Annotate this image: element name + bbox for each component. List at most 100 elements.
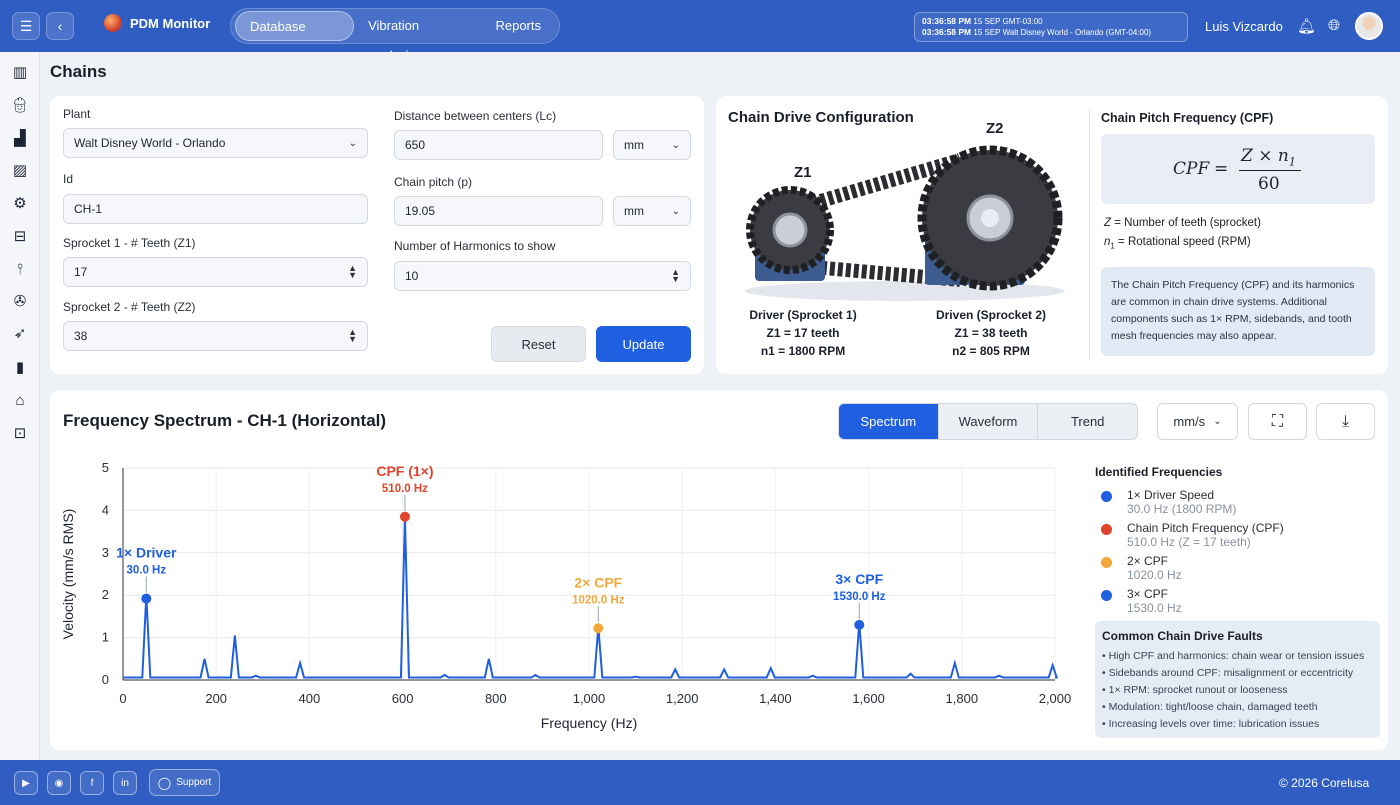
left-sidebar: ▥ 👷︎ ▟ ▨ ⚙ ⊟ ⫯ ✇ ➶ ▮ ⌂ ⊡ [0, 52, 40, 760]
x-axis-label: Frequency (Hz) [541, 715, 637, 731]
fault-item: • Modulation: tight/loose chain, damaged… [1102, 701, 1318, 713]
legend-sub: 510.0 Hz (Z = 17 teeth) [1127, 535, 1251, 549]
harmonics-stepper[interactable]: 10 ▲ ▼ [394, 261, 691, 291]
peak-markers: 1× Driver 30.0 Hz CPF (1×) 510.0 Hz 2× CPF 10… [116, 463, 886, 634]
download-button[interactable]: ⤓ [1316, 403, 1375, 440]
peak-marker-sub: 510.0 Hz [382, 483, 428, 495]
pitch-input[interactable]: 19.05 [394, 196, 603, 226]
tab-trend[interactable]: Trend [1037, 404, 1137, 439]
x-tick-label: 1,800 [946, 691, 979, 706]
bar-chart-icon[interactable]: ▮ [10, 357, 30, 377]
factory-icon[interactable]: ▟ [10, 128, 30, 148]
chevron-down-icon: ⌄ [1213, 416, 1222, 427]
driven-teeth: Z1 = 38 teeth [954, 326, 1028, 340]
page-title: Chains [50, 62, 107, 81]
faults-title: Common Chain Drive Faults [1102, 629, 1263, 643]
y-tick-label: 3 [102, 545, 109, 560]
support-button[interactable]: ◯ Support [149, 769, 220, 796]
lc-unit-select[interactable]: mm ⌄ [613, 130, 691, 160]
app-name: PDM Monitor [130, 15, 211, 31]
footer: ▶ ◉ f in ◯ Support © 2026 Corelusa [0, 760, 1400, 805]
divider [1089, 108, 1090, 360]
tab-spectrum[interactable]: Spectrum [839, 404, 938, 439]
lc-unit-value: mm [624, 138, 644, 152]
sprocket-1-hub [772, 212, 808, 248]
fullscreen-button[interactable]: ⛶ [1248, 403, 1307, 440]
worker-icon[interactable]: 👷︎ [10, 95, 30, 115]
legend-name: 3× CPF [1127, 587, 1169, 601]
z2-stepper[interactable]: 38 ▲ ▼ [63, 321, 368, 351]
youtube-icon[interactable]: ▶ [14, 771, 38, 795]
lc-input[interactable]: 650 [394, 130, 603, 160]
user-name[interactable]: Luis Vizcardo [1205, 19, 1283, 34]
pitch-unit-value: mm [624, 204, 644, 218]
linkedin-icon[interactable]: in [113, 771, 137, 795]
legend-item-text: 1× Driver Speed 30.0 Hz (1800 RPM) [1127, 488, 1236, 516]
legend-sub: 30.0 Hz (1800 RPM) [1127, 502, 1237, 516]
harmonics-value: 10 [405, 269, 419, 283]
formula-numerator: Z × n1 [1241, 146, 1296, 168]
id-value: CH-1 [74, 202, 103, 216]
globe-icon[interactable]: 🌐︎ [1328, 17, 1340, 34]
top-bar: ☰ ‹ PDM Monitor Database setup Vibration… [0, 0, 1400, 64]
tab-reports[interactable]: Reports [481, 11, 555, 41]
fault-item: • Sidebands around CPF: misalignment or … [1102, 667, 1354, 679]
z1-tag: Z1 [794, 164, 812, 181]
x-tick-label: 200 [205, 691, 227, 706]
bank-icon[interactable]: ⌂ [10, 390, 30, 410]
grid-pattern-icon[interactable]: ▨ [10, 160, 30, 180]
unit-select[interactable]: mm/s ⌄ [1157, 403, 1238, 440]
update-button[interactable]: Update [596, 326, 691, 362]
chip-icon[interactable]: ⊡ [10, 423, 30, 443]
tab-waveform[interactable]: Waveform [937, 404, 1038, 439]
bell-icon[interactable]: 🔔︎ [1297, 17, 1316, 35]
copyright: © 2026 Corelusa [1279, 776, 1370, 790]
plant-value: Walt Disney World - Orlando [74, 136, 226, 150]
x-tick-label: 2,000 [1039, 691, 1072, 706]
y-tick-label: 5 [102, 460, 109, 475]
formula-numerator-text: Z × n [1241, 146, 1289, 166]
peak-marker-dot[interactable] [593, 623, 604, 634]
formula-numerator-sub: 1 [1288, 155, 1296, 169]
peak-marker-dot[interactable] [399, 511, 410, 522]
y-tick-label: 0 [102, 672, 109, 687]
clock-local-time: 03:36:58 PM [922, 16, 972, 26]
stepper-arrows-icon[interactable]: ▲ ▼ [671, 268, 680, 284]
plant-label: Plant [63, 107, 91, 121]
legend-name: Chain Pitch Frequency (CPF) [1127, 521, 1284, 535]
reset-button[interactable]: Reset [491, 326, 586, 362]
facebook-icon[interactable]: f [80, 771, 104, 795]
back-chevron-icon[interactable]: ‹ [46, 12, 74, 40]
github-icon[interactable]: ◉ [47, 771, 71, 795]
clock-site-time: 03:36:58 PM [922, 27, 972, 37]
tab-database-setup[interactable]: Database setup [235, 11, 355, 64]
plant-select[interactable]: Walt Disney World - Orlando ⌄ [63, 128, 368, 158]
stepper-arrows-icon[interactable]: ▲ ▼ [348, 264, 357, 280]
y-tick-label: 2 [102, 587, 109, 602]
tab-vibration-analysis[interactable]: Vibration analysis [354, 11, 481, 63]
legend-dot-icon [1101, 557, 1112, 568]
gears-icon[interactable]: ⚙ [10, 193, 30, 213]
hamburger-menu-icon[interactable]: ☰ [12, 12, 40, 40]
sensor-pin-icon[interactable]: ⫯ [10, 259, 30, 279]
peak-marker-dot[interactable] [854, 619, 865, 630]
user-avatar[interactable] [1355, 12, 1383, 40]
z1-stepper[interactable]: 17 ▲ ▼ [63, 257, 368, 287]
app-brand[interactable]: PDM Monitor [104, 14, 210, 32]
stepper-arrows-icon[interactable]: ▲ ▼ [348, 328, 357, 344]
building-icon[interactable]: ▥ [10, 62, 30, 82]
chain-drive-illustration [745, 145, 1065, 301]
pitch-unit-select[interactable]: mm ⌄ [613, 196, 691, 226]
formula-lhs: CPF [1173, 159, 1210, 179]
def-z-text: = Number of teeth (sprocket) [1111, 217, 1261, 229]
fraction-bar [1239, 170, 1301, 171]
id-input[interactable]: CH-1 [63, 194, 368, 224]
driven-title: Driven (Sprocket 2) [935, 308, 1047, 322]
conveyor-icon[interactable]: ⊟ [10, 226, 30, 246]
rocket-icon[interactable]: ➶ [10, 323, 30, 343]
peak-marker-dot[interactable] [141, 593, 152, 604]
spectrum-chart: 0 1 2 3 4 5 0 200 400 600 800 1,000 1,200 1,400 1,600 1… [60, 460, 1072, 731]
driver-info: Driver (Sprocket 1) Z1 = 17 teeth n1 = 1… [743, 306, 863, 360]
legend-dot-icon [1101, 590, 1112, 601]
gear-settings-icon[interactable]: ✇ [10, 291, 30, 311]
